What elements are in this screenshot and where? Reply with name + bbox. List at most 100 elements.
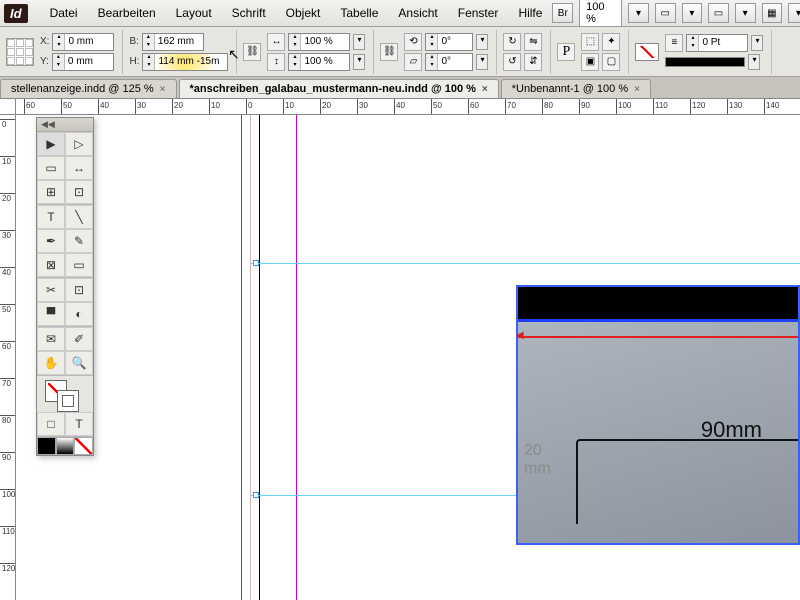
flip-v-icon[interactable]: ⇵ [524, 53, 542, 71]
screen-mode-dropdown[interactable]: ▾ [735, 3, 756, 23]
zoom-level[interactable]: 100 % [579, 0, 622, 27]
scale-x-field[interactable]: ▴▾100 % [288, 33, 350, 51]
reference-point[interactable] [6, 38, 34, 66]
hand-tool[interactable]: ✋ [37, 351, 65, 375]
fill-stroke-swatch[interactable] [37, 376, 93, 412]
menu-hilfe[interactable]: Hilfe [508, 2, 552, 24]
menu-bearbeiten[interactable]: Bearbeiten [88, 2, 166, 24]
menu-ansicht[interactable]: Ansicht [388, 2, 447, 24]
type-tool[interactable]: T [37, 205, 65, 229]
menu-datei[interactable]: Datei [40, 2, 88, 24]
apply-gradient[interactable] [56, 437, 75, 455]
rotate-cw-icon[interactable]: ↻ [503, 33, 521, 51]
free-transform-tool[interactable]: ⊡ [65, 278, 93, 302]
page-tool[interactable]: ▭ [37, 156, 65, 180]
zoom-dropdown[interactable]: ▾ [628, 3, 649, 23]
fit-content-icon[interactable]: ▣ [581, 53, 599, 71]
view-mode-button[interactable]: ▭ [655, 3, 676, 23]
inner-rect [576, 439, 798, 524]
dimension-20mm: 20mm [524, 442, 551, 478]
menu-fenster[interactable]: Fenster [448, 2, 509, 24]
direct-selection-tool[interactable]: ▷ [65, 132, 93, 156]
stroke-style[interactable] [665, 57, 745, 67]
character-p-icon[interactable]: P [557, 43, 575, 61]
bridge-button[interactable]: Br [552, 3, 573, 23]
scissors-tool[interactable]: ✂ [37, 278, 65, 302]
width-field[interactable]: ▴▾162 mm [142, 33, 204, 51]
tab-anschreiben[interactable]: *anschreiben_galabau_mustermann-neu.indd… [179, 79, 499, 98]
scale-y-dropdown[interactable]: ▾ [353, 54, 365, 70]
close-icon[interactable]: × [160, 84, 166, 95]
pencil-tool[interactable]: ✎ [65, 229, 93, 253]
menu-layout[interactable]: Layout [166, 2, 222, 24]
shear-field[interactable]: ▴▾0° [425, 53, 473, 71]
selection-tool[interactable]: ▶ [37, 132, 65, 156]
rotate-field[interactable]: ▴▾0° [425, 33, 473, 51]
canvas[interactable]: 90mm 20mm [16, 115, 800, 600]
blue-bar [518, 319, 798, 322]
height-field[interactable]: ▴▾114 mm -15m [142, 53, 228, 71]
gradient-swatch-tool[interactable]: ▀ [37, 302, 65, 326]
ruler-origin[interactable] [0, 99, 16, 115]
x-field[interactable]: ▴▾0 mm [52, 33, 114, 51]
select-content-icon[interactable]: ✦ [602, 33, 620, 51]
constrain-scale-icon[interactable]: ⛓ [380, 43, 398, 61]
scale-x-dropdown[interactable]: ▾ [353, 34, 365, 50]
apply-none[interactable] [74, 437, 93, 455]
rectangle-frame-tool[interactable]: ⊠ [37, 253, 65, 277]
stroke-weight-field[interactable]: ▴▾0 Pt [686, 34, 748, 52]
flip-h-icon[interactable]: ⇋ [524, 33, 542, 51]
stroke-style-dropdown[interactable]: ▾ [748, 54, 760, 70]
content-placer-tool[interactable]: ⊡ [65, 180, 93, 204]
page-edge [259, 115, 260, 600]
shear-dropdown[interactable]: ▾ [476, 54, 488, 70]
apply-color[interactable] [37, 437, 56, 455]
content-collector-tool[interactable]: ⊞ [37, 180, 65, 204]
document-tabs: stellenanzeige.indd @ 125 %× *anschreibe… [0, 77, 800, 99]
fit-frame-icon[interactable]: ▢ [602, 53, 620, 71]
placed-frame[interactable]: 90mm 20mm [516, 285, 800, 545]
black-bar [518, 287, 798, 319]
menu-objekt[interactable]: Objekt [276, 2, 331, 24]
menu-tabelle[interactable]: Tabelle [330, 2, 388, 24]
zoom-tool[interactable]: 🔍 [65, 351, 93, 375]
tab-stellenanzeige[interactable]: stellenanzeige.indd @ 125 %× [0, 79, 177, 98]
constrain-icon[interactable]: ⛓ [243, 43, 261, 61]
selection-handle[interactable] [253, 492, 259, 498]
arrange-dropdown[interactable]: ▾ [788, 3, 800, 23]
close-icon[interactable]: × [634, 84, 640, 95]
close-icon[interactable]: × [482, 84, 488, 95]
menu-schrift[interactable]: Schrift [222, 2, 276, 24]
scale-x-icon: ↔ [267, 33, 285, 51]
selection-handle[interactable] [253, 260, 259, 266]
x-label: X: [40, 36, 49, 47]
y-field[interactable]: ▴▾0 mm [52, 53, 114, 71]
gap-tool[interactable]: ↔ [65, 156, 93, 180]
view-mode-dropdown[interactable]: ▾ [682, 3, 703, 23]
select-container-icon[interactable]: ⬚ [581, 33, 599, 51]
horizontal-ruler[interactable]: 6050403020100102030405060708090100110120… [16, 99, 800, 115]
screen-mode-button[interactable]: ▭ [708, 3, 729, 23]
rotate-dropdown[interactable]: ▾ [476, 34, 488, 50]
pen-tool[interactable]: ✒ [37, 229, 65, 253]
tab-unbenannt[interactable]: *Unbenannt-1 @ 100 %× [501, 79, 651, 98]
gradient-feather-tool[interactable]: ◐ [65, 302, 93, 326]
arrange-button[interactable]: ▦ [762, 3, 783, 23]
rectangle-tool[interactable]: ▭ [65, 253, 93, 277]
tools-header[interactable]: ◀◀ [37, 118, 93, 132]
note-tool[interactable]: ✉ [37, 327, 65, 351]
rotate-ccw-icon[interactable]: ↺ [503, 53, 521, 71]
line-tool[interactable]: ╲ [65, 205, 93, 229]
scale-y-field[interactable]: ▴▾100 % [288, 53, 350, 71]
stroke-swatch[interactable] [635, 43, 659, 61]
formatting-container[interactable]: □ [37, 412, 65, 436]
w-label: B: [129, 36, 138, 47]
stroke-weight-dropdown[interactable]: ▾ [751, 35, 763, 51]
eyedropper-tool[interactable]: ✐ [65, 327, 93, 351]
vertical-ruler[interactable]: 0102030405060708090100110120130 [0, 115, 16, 600]
tools-panel: ◀◀ ▶ ▷ ▭ ↔ ⊞ ⊡ T ╲ ✒ ✎ ⊠ ▭ ✂ ⊡ ▀ ◐ ✉ ✐ ✋… [36, 117, 94, 456]
stroke-weight-icon: ≡ [665, 34, 683, 52]
rotate-icon: ⟲ [404, 33, 422, 51]
formatting-text[interactable]: T [65, 412, 93, 436]
margin-guide [241, 115, 251, 600]
